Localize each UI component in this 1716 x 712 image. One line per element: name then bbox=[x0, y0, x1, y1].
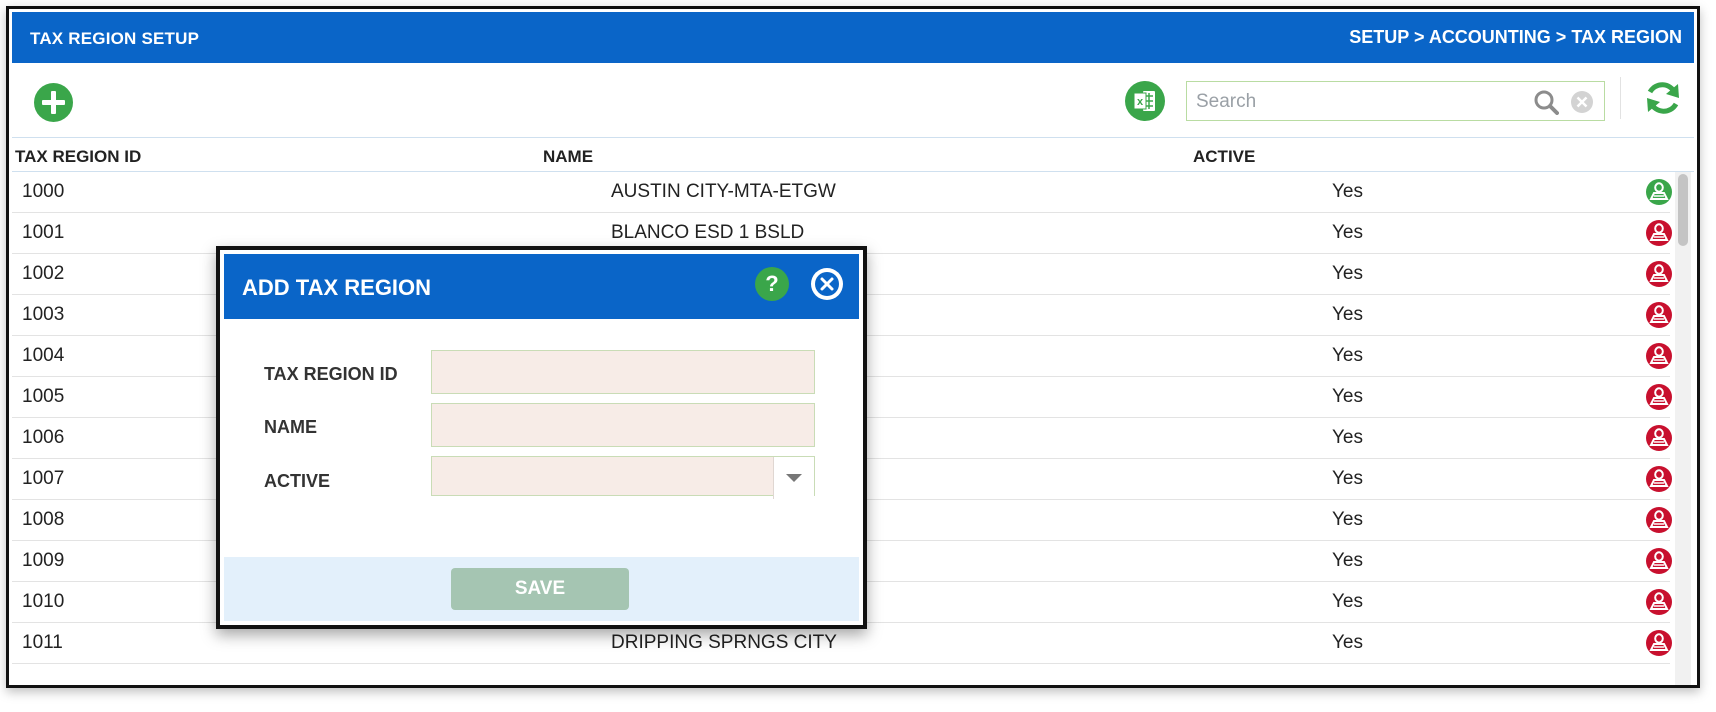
svg-text:x: x bbox=[1137, 96, 1144, 108]
cell-tax-region-id: 1006 bbox=[22, 427, 65, 448]
column-header-tax-region-id[interactable]: TAX REGION ID bbox=[15, 147, 141, 167]
add-button[interactable] bbox=[34, 83, 73, 122]
refresh-icon[interactable] bbox=[1642, 77, 1684, 119]
row-status-icon[interactable] bbox=[1645, 629, 1673, 657]
search-box bbox=[1186, 81, 1605, 121]
tax-region-id-label: TAX REGION ID bbox=[264, 364, 398, 384]
excel-icon: x bbox=[1133, 91, 1155, 111]
row-status-icon[interactable] bbox=[1645, 342, 1673, 370]
clear-search-icon[interactable] bbox=[1570, 90, 1594, 114]
name-input[interactable] bbox=[432, 404, 818, 448]
cell-active: Yes bbox=[1332, 345, 1363, 366]
cell-active: Yes bbox=[1332, 509, 1363, 530]
table-row[interactable]: 1000 AUSTIN CITY-MTA-ETGW Yes bbox=[12, 172, 1673, 213]
cell-active: Yes bbox=[1332, 263, 1363, 284]
cell-active: Yes bbox=[1332, 304, 1363, 325]
cell-tax-region-id: 1005 bbox=[22, 386, 65, 407]
chevron-down-icon[interactable] bbox=[773, 457, 814, 499]
cell-tax-region-id: 1000 bbox=[22, 181, 65, 202]
cell-tax-region-id: 1001 bbox=[22, 222, 65, 243]
row-status-icon[interactable] bbox=[1645, 588, 1673, 616]
toolbar-divider bbox=[1620, 77, 1621, 119]
cell-active: Yes bbox=[1332, 427, 1363, 448]
dialog-header: ADD TAX REGION ? bbox=[224, 254, 859, 319]
cell-tax-region-id: 1004 bbox=[22, 345, 65, 366]
cell-active: Yes bbox=[1332, 386, 1363, 407]
search-icon[interactable] bbox=[1533, 89, 1559, 115]
name-label: NAME bbox=[264, 417, 317, 437]
scrollbar[interactable] bbox=[1675, 172, 1691, 685]
tax-region-id-field[interactable] bbox=[431, 350, 818, 395]
tax-region-id-input[interactable] bbox=[432, 351, 818, 395]
page-header: TAX REGION SETUP SETUP > ACCOUNTING > TA… bbox=[12, 12, 1694, 63]
cell-tax-region-id: 1011 bbox=[22, 632, 63, 653]
active-label: ACTIVE bbox=[264, 471, 331, 491]
row-status-icon[interactable] bbox=[1645, 547, 1673, 575]
cell-tax-region-id: 1010 bbox=[22, 591, 65, 612]
cell-active: Yes bbox=[1332, 591, 1363, 612]
cell-tax-region-id: 1008 bbox=[22, 509, 65, 530]
cell-active: Yes bbox=[1332, 222, 1363, 243]
breadcrumb[interactable]: SETUP > ACCOUNTING > TAX REGION bbox=[1349, 27, 1682, 48]
cell-active: Yes bbox=[1332, 181, 1363, 202]
row-status-icon[interactable] bbox=[1645, 465, 1673, 493]
row-status-icon[interactable] bbox=[1645, 219, 1673, 247]
save-button[interactable]: SAVE bbox=[451, 568, 629, 610]
cell-active: Yes bbox=[1332, 550, 1363, 571]
dialog-footer: SAVE bbox=[224, 557, 859, 621]
cell-tax-region-id: 1002 bbox=[22, 263, 65, 284]
add-tax-region-dialog: ADD TAX REGION ? TAX REGION ID NAME ACTI… bbox=[216, 246, 867, 629]
cell-tax-region-id: 1009 bbox=[22, 550, 65, 571]
cell-tax-region-id: 1003 bbox=[22, 304, 65, 325]
page-title: TAX REGION SETUP bbox=[30, 29, 200, 48]
column-header-active[interactable]: ACTIVE bbox=[1193, 147, 1255, 167]
row-status-icon[interactable] bbox=[1645, 424, 1673, 452]
excel-export-button[interactable]: x bbox=[1125, 81, 1165, 121]
row-status-icon[interactable] bbox=[1645, 506, 1673, 534]
row-status-icon[interactable] bbox=[1645, 301, 1673, 329]
table-header: TAX REGION ID NAME ACTIVE bbox=[12, 137, 1694, 172]
row-status-icon[interactable] bbox=[1645, 383, 1673, 411]
name-field[interactable] bbox=[431, 403, 818, 448]
cell-active: Yes bbox=[1332, 468, 1363, 489]
close-icon[interactable] bbox=[811, 268, 843, 300]
scrollbar-thumb[interactable] bbox=[1678, 174, 1688, 246]
cell-tax-region-id: 1007 bbox=[22, 468, 65, 489]
cell-name: DRIPPING SPRNGS CITY bbox=[611, 632, 837, 653]
search-input[interactable] bbox=[1194, 88, 1518, 116]
row-status-icon[interactable] bbox=[1645, 260, 1673, 288]
dialog-title: ADD TAX REGION bbox=[242, 275, 432, 300]
toolbar: x bbox=[12, 63, 1694, 138]
row-status-icon[interactable] bbox=[1645, 178, 1673, 206]
cell-active: Yes bbox=[1332, 632, 1363, 653]
table-row[interactable]: 1011 DRIPPING SPRNGS CITY Yes bbox=[12, 623, 1673, 664]
column-header-name[interactable]: NAME bbox=[543, 147, 593, 167]
cell-name: AUSTIN CITY-MTA-ETGW bbox=[611, 181, 836, 202]
cell-name: BLANCO ESD 1 BSLD bbox=[611, 222, 805, 243]
active-select[interactable] bbox=[431, 456, 815, 499]
help-button[interactable]: ? bbox=[755, 267, 789, 301]
